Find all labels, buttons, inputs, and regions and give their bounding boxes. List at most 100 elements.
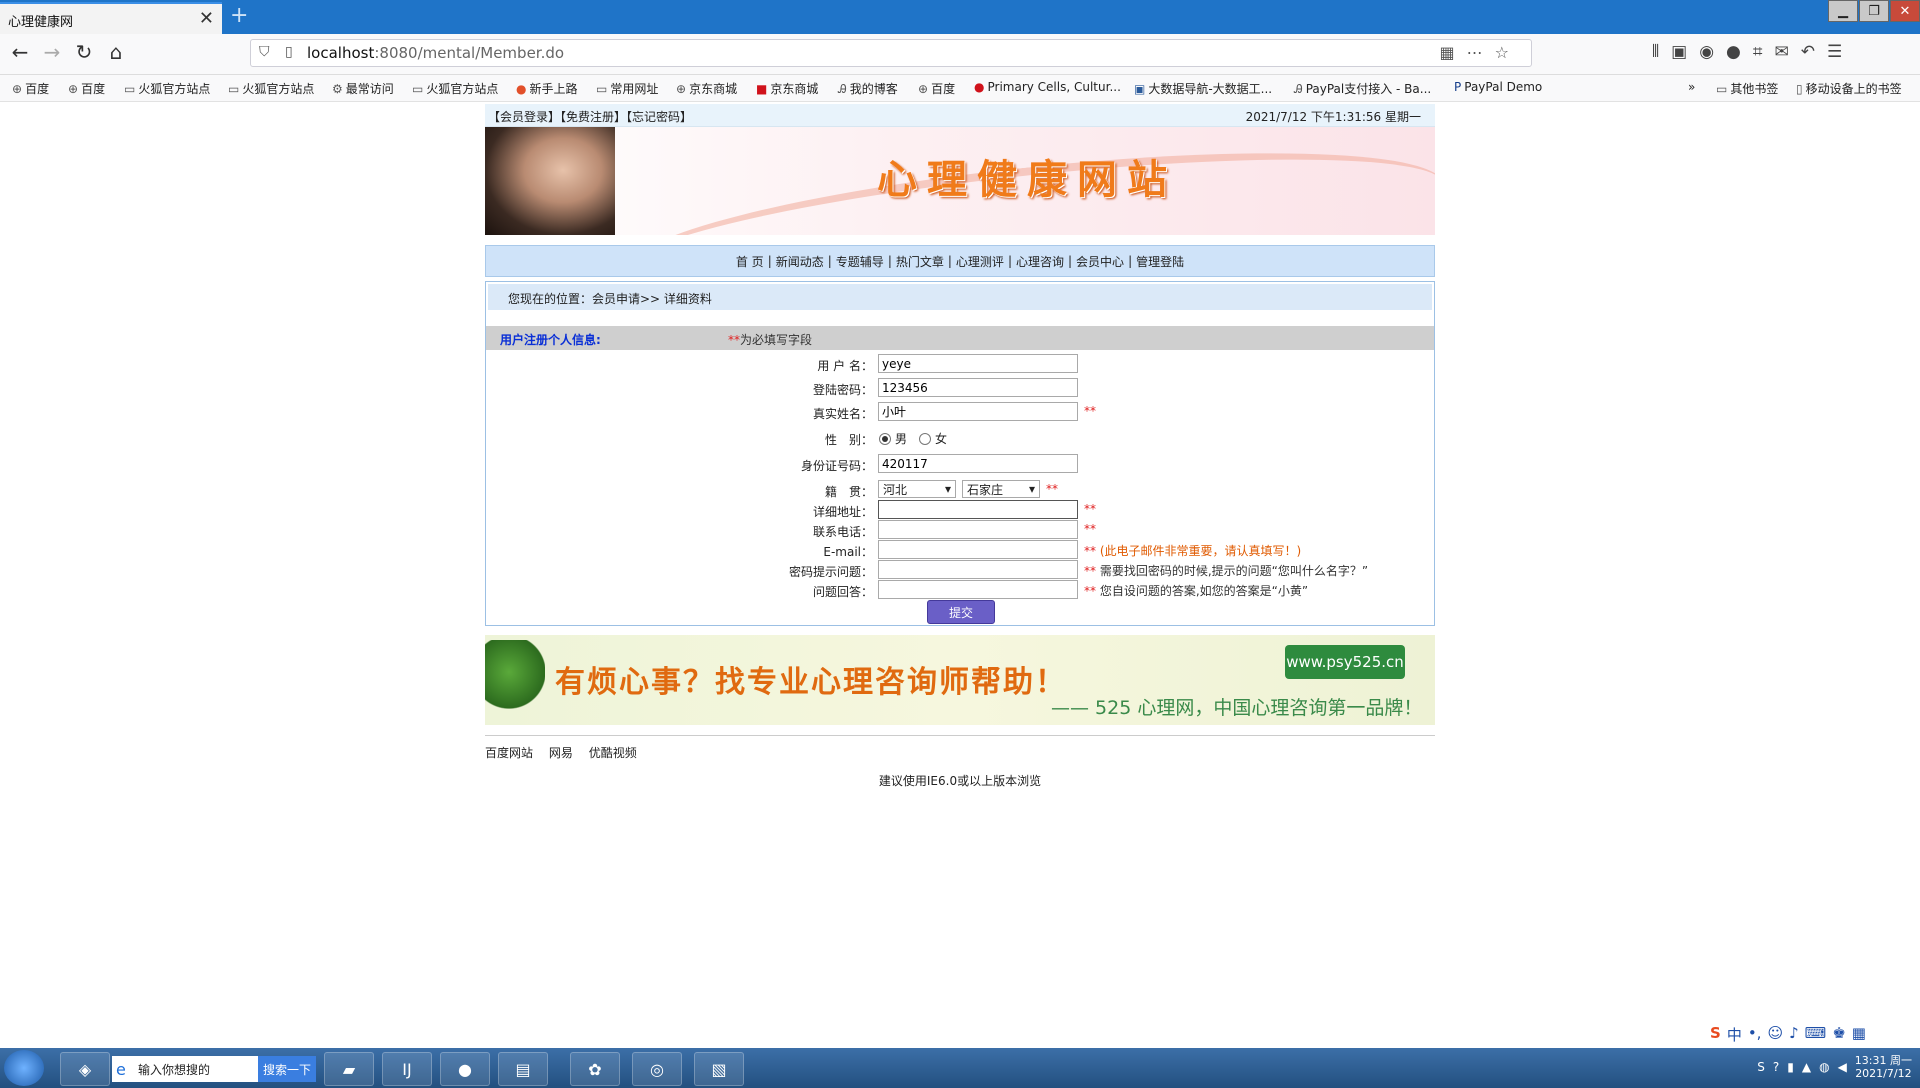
bookmark-star-icon[interactable]: ☆ [1495, 43, 1521, 62]
nav-news[interactable]: 新闻动态 [776, 253, 824, 270]
back-icon[interactable]: ← [6, 40, 34, 64]
forward-icon[interactable]: → [38, 40, 66, 64]
chat-icon[interactable]: ✉ [1774, 42, 1788, 62]
intellij-icon[interactable]: IJ [382, 1052, 432, 1086]
province-select[interactable]: 河北 ▾ [878, 480, 956, 498]
taskbar-search-input[interactable]: 输入你想搜的 [112, 1056, 258, 1082]
nav-hot[interactable]: 热门文章 [896, 253, 944, 270]
nav-member[interactable]: 会员中心 [1076, 253, 1124, 270]
new-tab-icon[interactable]: + [230, 3, 248, 28]
bookmark-item[interactable]: ⊕ 京东商城 [676, 80, 737, 97]
skin-icon[interactable]: ♚ [1832, 1024, 1845, 1045]
folder-app-icon[interactable]: ▰ [324, 1052, 374, 1086]
nav-topics[interactable]: 专题辅导 [836, 253, 884, 270]
screenshot-icon[interactable]: ⌗ [1753, 42, 1763, 62]
ad-url[interactable]: www.psy525.cn [1285, 645, 1405, 679]
shield-icon[interactable]: ⛉ [259, 44, 270, 60]
volume-icon[interactable]: ◀ [1838, 1060, 1847, 1074]
nav-test[interactable]: 心理测评 [956, 253, 1004, 270]
minimize-icon[interactable]: ▁ [1828, 0, 1858, 22]
network-icon[interactable]: ◍ [1819, 1060, 1829, 1074]
answer-input[interactable] [878, 580, 1078, 599]
bookmark-item[interactable]: ● Primary Cells, Cultur... [974, 80, 1121, 94]
grid-icon[interactable]: ▦ [1852, 1024, 1866, 1045]
library-icon[interactable]: ⫴ [1652, 42, 1659, 62]
bookmark-item[interactable]: Ꭿ PayPal支付接入 - Ba... [1294, 80, 1431, 97]
help-icon[interactable]: ? [1773, 1060, 1779, 1074]
bookmark-item[interactable]: P PayPal Demo [1454, 80, 1542, 94]
tab-close-icon[interactable]: ✕ [199, 8, 214, 29]
sogou-tray-icon[interactable]: S [1757, 1060, 1765, 1074]
idcard-input[interactable] [878, 454, 1078, 473]
chrome-icon[interactable]: ◎ [632, 1052, 682, 1086]
clock[interactable]: 13:31 周一 2021/7/12 [1855, 1054, 1912, 1080]
start-button[interactable] [4, 1050, 44, 1086]
username-input[interactable] [878, 354, 1078, 373]
nav-home[interactable]: 首 页 [736, 253, 764, 270]
firefox-app-icon[interactable]: ● [440, 1052, 490, 1086]
footer-link[interactable]: 百度网站 [485, 746, 533, 760]
app-icon[interactable]: ▧ [694, 1052, 744, 1086]
taskbar-search-button[interactable]: 搜索一下 [258, 1056, 316, 1082]
page-actions-icon[interactable]: ⋯ [1467, 43, 1495, 62]
sidebar-icon[interactable]: ▣ [1671, 42, 1687, 62]
bookmark-item[interactable]: ▭ 火狐官方站点 [228, 80, 314, 97]
browser-tab[interactable]: 心理健康网 ✕ [0, 2, 222, 34]
bookmark-item[interactable]: ⚙ 最常访问 [332, 80, 394, 97]
bookmark-item[interactable]: ▭ 常用网址 [596, 80, 658, 97]
address-input[interactable] [878, 500, 1078, 519]
nav-admin[interactable]: 管理登陆 [1136, 253, 1184, 270]
bookmark-item[interactable]: ■ 京东商城 [756, 80, 818, 97]
other-bookmarks[interactable]: ▭ 其他书签 [1716, 80, 1778, 97]
footer-link[interactable]: 网易 [549, 746, 573, 760]
sogou-logo-icon[interactable]: S [1710, 1024, 1721, 1045]
bookmark-item[interactable]: ⊕ 百度 [12, 80, 49, 97]
undo-icon[interactable]: ↶ [1801, 42, 1815, 62]
ime-punct[interactable]: •, [1748, 1024, 1762, 1045]
battery-icon[interactable]: ▮ [1787, 1060, 1794, 1074]
registration-panel: 您现在的位置：会员申请>> 详细资料 用户注册个人信息: **为必填写字段 用 … [485, 281, 1435, 626]
bookmark-item[interactable]: ▭ 火狐官方站点 [412, 80, 498, 97]
bookmark-item[interactable]: ⊕ 百度 [918, 80, 955, 97]
mic-icon[interactable]: ♪ [1789, 1024, 1799, 1045]
mobile-bookmarks[interactable]: ▯ 移动设备上的书签 [1796, 80, 1902, 97]
member-links[interactable]: 【会员登录】【免费注册】【忘记密码】 [488, 108, 692, 125]
bookmark-item[interactable]: ● 新手上路 [516, 80, 578, 97]
menu-icon[interactable]: ☰ [1827, 42, 1842, 62]
gender-female-radio[interactable] [919, 432, 932, 445]
footer-link[interactable]: 优酷视频 [589, 746, 637, 760]
qr-code-icon[interactable]: ▦ [1440, 43, 1467, 62]
app-icon[interactable]: ✿ [570, 1052, 620, 1086]
gender-male-radio[interactable] [879, 432, 891, 445]
explorer-icon[interactable]: ▤ [498, 1052, 548, 1086]
bookmark-item[interactable]: ▣ 大数据导航-大数据工... [1134, 80, 1272, 97]
ad-banner[interactable]: 有烦心事？找专业心理咨询师帮助！ www.psy525.cn —— 525 心理… [485, 635, 1435, 725]
extension-globe-icon[interactable]: ● [1726, 42, 1741, 62]
ime-lang[interactable]: 中 [1727, 1024, 1742, 1045]
emoji-icon[interactable]: ☺ [1767, 1024, 1783, 1045]
restore-icon[interactable]: ❐ [1859, 0, 1889, 22]
keyboard-icon[interactable]: ⌨ [1805, 1024, 1827, 1045]
nav-consult[interactable]: 心理咨询 [1016, 253, 1064, 270]
email-input[interactable] [878, 540, 1078, 559]
more-bookmarks-icon[interactable]: » [1688, 80, 1695, 94]
url-text[interactable]: localhost:8080/mental/Member.do [307, 44, 564, 62]
page-info-icon[interactable]: ▯ [285, 44, 293, 60]
account-icon[interactable]: ◉ [1699, 42, 1714, 62]
window-close-icon[interactable]: ✕ [1890, 0, 1920, 22]
question-label: 密码提示问题： [788, 565, 873, 579]
bookmark-item[interactable]: ⊕ 百度 [68, 80, 105, 97]
arrow-up-icon[interactable]: ▲ [1802, 1060, 1811, 1074]
address-bar[interactable]: ⛉ ▯ localhost:8080/mental/Member.do ▦⋯☆ [250, 39, 1532, 67]
phone-input[interactable] [878, 520, 1078, 539]
city-select[interactable]: 石家庄 ▾ [962, 480, 1040, 498]
question-input[interactable] [878, 560, 1078, 579]
realname-input[interactable] [878, 402, 1078, 421]
reload-icon[interactable]: ↻ [70, 40, 98, 64]
bookmark-item[interactable]: ▭ 火狐官方站点 [124, 80, 210, 97]
submit-button[interactable]: 提交 [927, 600, 995, 624]
home-icon[interactable]: ⌂ [102, 40, 130, 64]
password-input[interactable] [878, 378, 1078, 397]
bookmark-item[interactable]: Ꭿ 我的博客 [838, 80, 898, 97]
app-icon[interactable]: ◈ [60, 1052, 110, 1086]
